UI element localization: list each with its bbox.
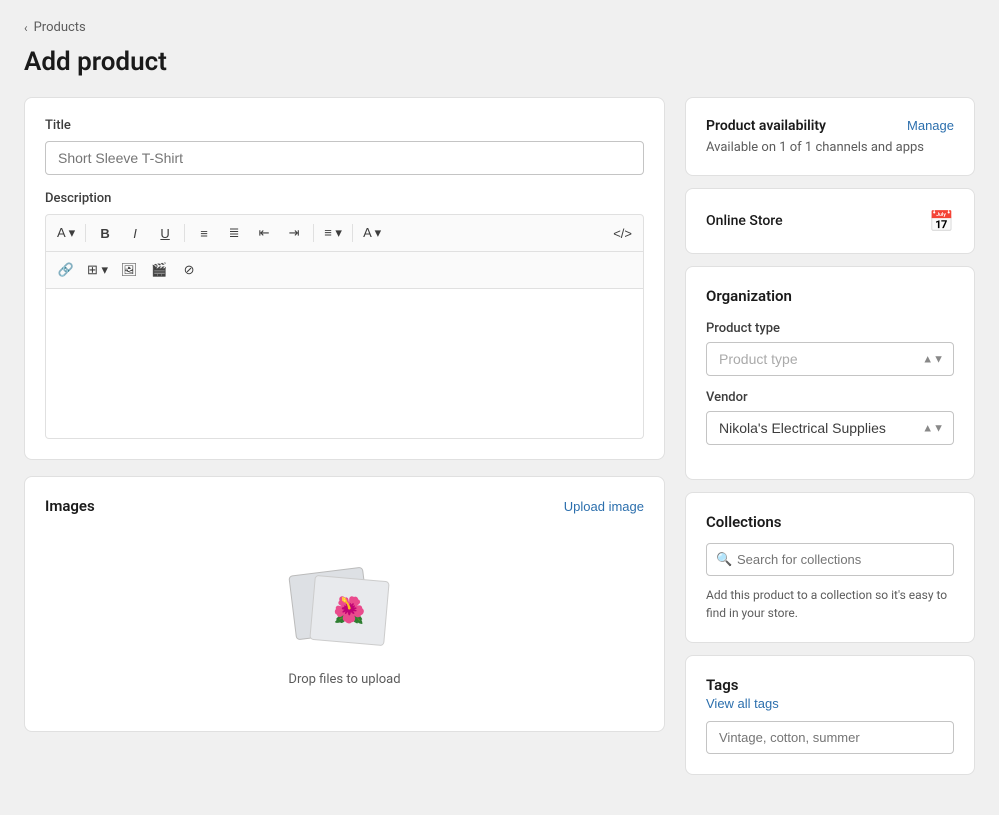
page-title: Add product (24, 47, 975, 77)
tags-input[interactable] (706, 721, 954, 754)
side-column: Product availability Manage Available on… (685, 97, 975, 775)
product-details-card: Title Description A ▾ B I U ≡ ≣ ⇤ (24, 97, 665, 460)
drop-files-text: Drop files to upload (288, 672, 400, 687)
tags-card: Tags View all tags (685, 655, 975, 775)
availability-card: Product availability Manage Available on… (685, 97, 975, 176)
indent-button[interactable]: ⇥ (280, 219, 308, 247)
tags-title: Tags (706, 676, 954, 694)
collections-search-wrapper: 🔍 (706, 543, 954, 576)
page-container: ‹ Products Add product Title Description… (0, 0, 999, 815)
photo-front: 🌺 (309, 574, 389, 645)
view-all-tags-button[interactable]: View all tags (706, 696, 779, 711)
drop-zone[interactable]: 🌺 Drop files to upload (45, 531, 644, 711)
clear-format-button[interactable]: ⊘ (175, 256, 203, 284)
underline-button[interactable]: U (151, 219, 179, 247)
source-button[interactable]: </> (608, 219, 637, 247)
upload-image-button[interactable]: Upload image (564, 499, 644, 514)
drop-icon: 🌺 (290, 566, 400, 656)
availability-title: Product availability (706, 118, 826, 134)
font-button[interactable]: A ▾ (52, 219, 80, 247)
online-store-card: Online Store 📅 (685, 188, 975, 254)
description-label: Description (45, 191, 644, 206)
text-color-button[interactable]: A ▾ (358, 219, 386, 247)
breadcrumb-products-link[interactable]: Products (34, 20, 86, 35)
link-button[interactable]: 🔗 (52, 256, 80, 284)
organization-card: Organization Product type Product type ▲… (685, 266, 975, 480)
editor-area[interactable] (45, 289, 644, 439)
vendor-field: Vendor Nikola's Electrical Supplies ▲▼ (706, 390, 954, 445)
italic-button[interactable]: I (121, 219, 149, 247)
vendor-select[interactable]: Nikola's Electrical Supplies (706, 411, 954, 445)
editor-toolbar: A ▾ B I U ≡ ≣ ⇤ ⇥ ≡ ▾ A ▾ (45, 214, 644, 289)
video-button[interactable]: 🎬 (145, 256, 173, 284)
vendor-label: Vendor (706, 390, 954, 405)
images-title: Images (45, 497, 95, 515)
manage-button[interactable]: Manage (907, 118, 954, 133)
layout: Title Description A ▾ B I U ≡ ≣ ⇤ (24, 97, 975, 775)
collections-search-input[interactable] (706, 543, 954, 576)
image-button[interactable]: 🖼 (115, 256, 143, 284)
toolbar-row-2: 🔗 ⊞ ▾ 🖼 🎬 ⊘ (46, 252, 643, 288)
collections-title: Collections (706, 513, 954, 531)
vendor-select-wrapper: Nikola's Electrical Supplies ▲▼ (706, 411, 954, 445)
search-icon: 🔍 (716, 552, 732, 567)
product-type-field: Product type Product type ▲▼ (706, 321, 954, 376)
toolbar-sep-4 (352, 224, 353, 242)
product-type-select-wrapper: Product type ▲▼ (706, 342, 954, 376)
back-chevron-icon: ‹ (24, 21, 28, 35)
title-input[interactable] (45, 141, 644, 175)
organization-title: Organization (706, 287, 954, 305)
online-store-title: Online Store (706, 213, 783, 229)
bold-button[interactable]: B (91, 219, 119, 247)
availability-header: Product availability Manage (706, 118, 954, 134)
collections-hint: Add this product to a collection so it's… (706, 586, 954, 622)
toolbar-sep-2 (184, 224, 185, 242)
bullet-list-button[interactable]: ≡ (190, 219, 218, 247)
toolbar-sep-3 (313, 224, 314, 242)
ordered-list-button[interactable]: ≣ (220, 219, 248, 247)
toolbar-row-1: A ▾ B I U ≡ ≣ ⇤ ⇥ ≡ ▾ A ▾ (46, 215, 643, 252)
product-type-select[interactable]: Product type (706, 342, 954, 376)
breadcrumb[interactable]: ‹ Products (24, 20, 975, 35)
align-button[interactable]: ≡ ▾ (319, 219, 347, 247)
calendar-icon[interactable]: 📅 (929, 209, 954, 233)
table-button[interactable]: ⊞ ▾ (82, 256, 113, 284)
availability-subtitle: Available on 1 of 1 channels and apps (706, 140, 954, 155)
images-header: Images Upload image (45, 497, 644, 515)
collections-card: Collections 🔍 Add this product to a coll… (685, 492, 975, 643)
images-card: Images Upload image 🌺 Drop files to uplo… (24, 476, 665, 732)
title-label: Title (45, 118, 644, 133)
product-type-label: Product type (706, 321, 954, 336)
outdent-button[interactable]: ⇤ (250, 219, 278, 247)
toolbar-sep-1 (85, 224, 86, 242)
main-column: Title Description A ▾ B I U ≡ ≣ ⇤ (24, 97, 665, 732)
